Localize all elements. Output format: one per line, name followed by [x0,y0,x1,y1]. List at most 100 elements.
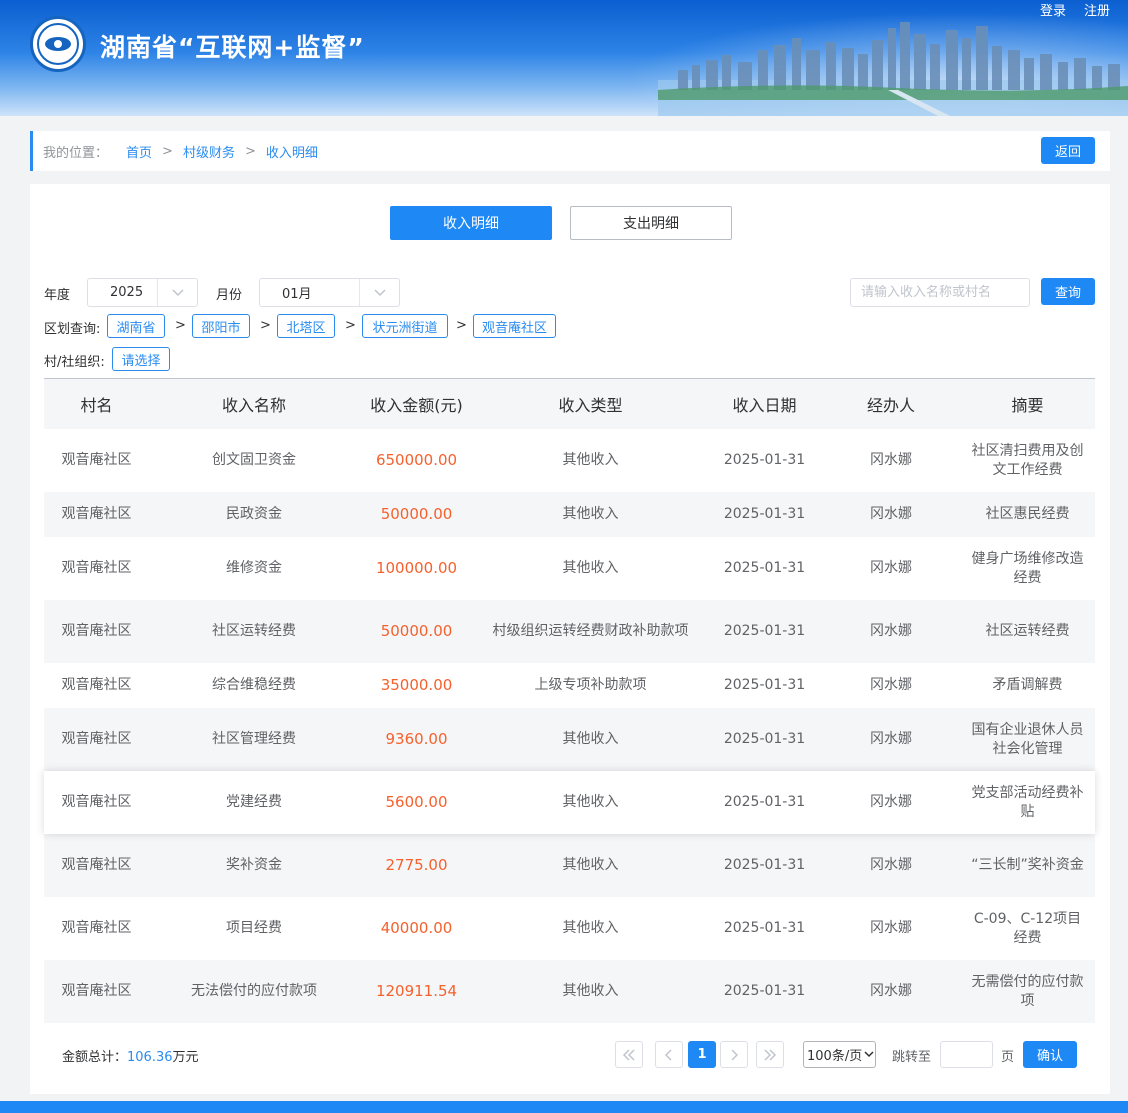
region-separator: > [175,318,186,333]
total-value: 106.36 [127,1050,173,1065]
header-income-type: 收入类型 [558,396,623,415]
cell-village: 观音庵社区 [61,677,132,693]
cell-income-name: 民政资金 [226,506,282,522]
cell-income-date: 2025-01-31 [723,677,806,693]
cell-village: 观音庵社区 [61,623,132,639]
cell-village: 观音庵社区 [61,560,132,576]
cell-income-type: 其他收入 [562,452,619,468]
cell-income-date: 2025-01-31 [723,506,806,522]
query-button[interactable]: 查询 [1041,278,1095,305]
breadcrumb-home[interactable]: 首页 [126,142,152,161]
breadcrumb-separator: > [162,143,173,159]
region-separator: > [345,318,356,333]
cell-income-date: 2025-01-31 [723,623,806,639]
total-label: 金额总计： [62,1050,128,1065]
month-value: 01月 [282,287,312,302]
cell-amount: 50000.00 [380,505,453,523]
cell-income-date: 2025-01-31 [723,983,806,999]
region-tag-street[interactable]: 状元洲街道 [362,314,448,338]
cell-amount: 35000.00 [380,676,453,694]
table-row: 观音庵社区 奖补资金 2775.00 其他收入 2025-01-31 冈水娜 “三长制”奖补… [44,834,1095,897]
cell-income-name: 维修资金 [226,560,282,576]
cell-handler: 冈水娜 [870,920,912,936]
org-select-button[interactable]: 请选择 [112,347,170,371]
cell-handler: 冈水娜 [870,677,912,693]
cell-income-date: 2025-01-31 [723,920,806,936]
breadcrumb-label: 我的位置： [43,145,109,161]
table-row: 观音庵社区 无法偿付的应付款项 120911.54 其他收入 2025-01-31 冈水娜… [44,960,1095,1023]
region-tag-province[interactable]: 湖南省 [107,314,165,338]
cell-handler: 冈水娜 [870,731,912,747]
region-tag-community[interactable]: 观音庵社区 [473,314,556,338]
site-header: 湖南省“互联网+监督” 登录 注册 [0,0,1128,116]
tab-income-detail[interactable]: 收入明细 [390,206,552,240]
cell-summary: 社区清扫费用及创文工作经费 [971,442,1084,478]
region-tag-district[interactable]: 北塔区 [277,314,335,338]
breadcrumb-village-finance[interactable]: 村级财务 [183,142,235,161]
month-label: 月份 [216,288,243,303]
table-row: 观音庵社区 社区管理经费 9360.00 其他收入 2025-01-31 冈水娜 国有企业退… [44,708,1095,771]
header-amount: 收入金额(元) [370,396,463,415]
region-tag-city[interactable]: 邵阳市 [192,314,250,338]
year-label: 年度 [44,288,71,303]
cell-handler: 冈水娜 [870,506,912,522]
table-row: 观音庵社区 党建经费 5600.00 其他收入 2025-01-31 冈水娜 党支部活动经费… [44,771,1095,834]
cell-summary: 社区惠民经费 [985,506,1070,522]
search-input[interactable] [850,278,1030,307]
page-button-current[interactable]: 1 [688,1041,716,1068]
cell-amount: 5600.00 [385,793,448,811]
table-row: 观音庵社区 综合维稳经费 35000.00 上级专项补助款项 2025-01-31 冈水娜… [44,663,1095,708]
cell-income-name: 社区管理经费 [212,731,296,747]
page-size-select[interactable]: 100条/页 [803,1041,876,1068]
cell-summary: 无需偿付的应付款项 [971,973,1084,1009]
chevron-down-icon [864,1051,874,1058]
first-page-icon[interactable] [615,1041,643,1068]
region-separator: > [260,318,271,333]
cell-income-date: 2025-01-31 [723,857,806,873]
register-link[interactable]: 注册 [1084,0,1110,19]
cell-summary: “三长制”奖补资金 [971,857,1084,873]
cell-summary: 健身广场维修改造经费 [971,550,1084,586]
cell-income-name: 社区运转经费 [212,623,296,639]
cell-income-type: 其他收入 [562,506,619,522]
page-size-value: 100条/页 [807,1049,863,1064]
cell-income-type: 上级专项补助款项 [534,677,647,693]
total-amount: 金额总计：106.36万元 [62,1046,199,1065]
jump-page-input[interactable] [940,1041,993,1068]
site-logo [30,16,86,72]
cell-village: 观音庵社区 [61,506,132,522]
breadcrumb-income-detail[interactable]: 收入明细 [266,142,318,161]
prev-page-icon[interactable] [655,1041,683,1068]
back-button[interactable]: 返回 [1041,137,1095,164]
eye-icon [45,37,71,51]
year-select[interactable]: 2025 [87,278,198,307]
next-page-icon[interactable] [720,1041,748,1068]
cell-village: 观音庵社区 [61,452,132,468]
month-select[interactable]: 01月 [259,278,400,307]
tab-expense-detail[interactable]: 支出明细 [570,206,732,240]
login-link[interactable]: 登录 [1040,0,1066,19]
table-row: 观音庵社区 社区运转经费 50000.00 村级组织运转经费财政补助款项 2025-01… [44,600,1095,663]
cell-income-date: 2025-01-31 [723,560,806,576]
cell-handler: 冈水娜 [870,560,912,576]
header-income-date: 收入日期 [732,396,797,415]
cell-summary: C-09、C-12项目经费 [973,910,1082,946]
confirm-button[interactable]: 确认 [1023,1041,1077,1068]
cell-income-date: 2025-01-31 [723,452,806,468]
cell-handler: 冈水娜 [870,623,912,639]
org-label: 村/社组织: [44,355,105,370]
chevron-down-icon [359,279,399,306]
cell-income-name: 党建经费 [226,794,282,810]
cell-amount: 9360.00 [385,730,448,748]
table-row: 观音庵社区 民政资金 50000.00 其他收入 2025-01-31 冈水娜 社区惠民经费 [44,492,1095,537]
cell-village: 观音庵社区 [61,857,132,873]
breadcrumb-separator: > [244,143,256,159]
header-village: 村名 [80,396,113,415]
cell-income-type: 村级组织运转经费财政补助款项 [492,623,689,639]
region-label: 区划查询: [44,322,101,337]
cell-income-name: 奖补资金 [226,857,282,873]
last-page-icon[interactable] [756,1041,784,1068]
cell-summary: 矛盾调解费 [992,677,1063,693]
cell-income-date: 2025-01-31 [723,794,806,810]
cell-income-date: 2025-01-31 [723,731,806,747]
